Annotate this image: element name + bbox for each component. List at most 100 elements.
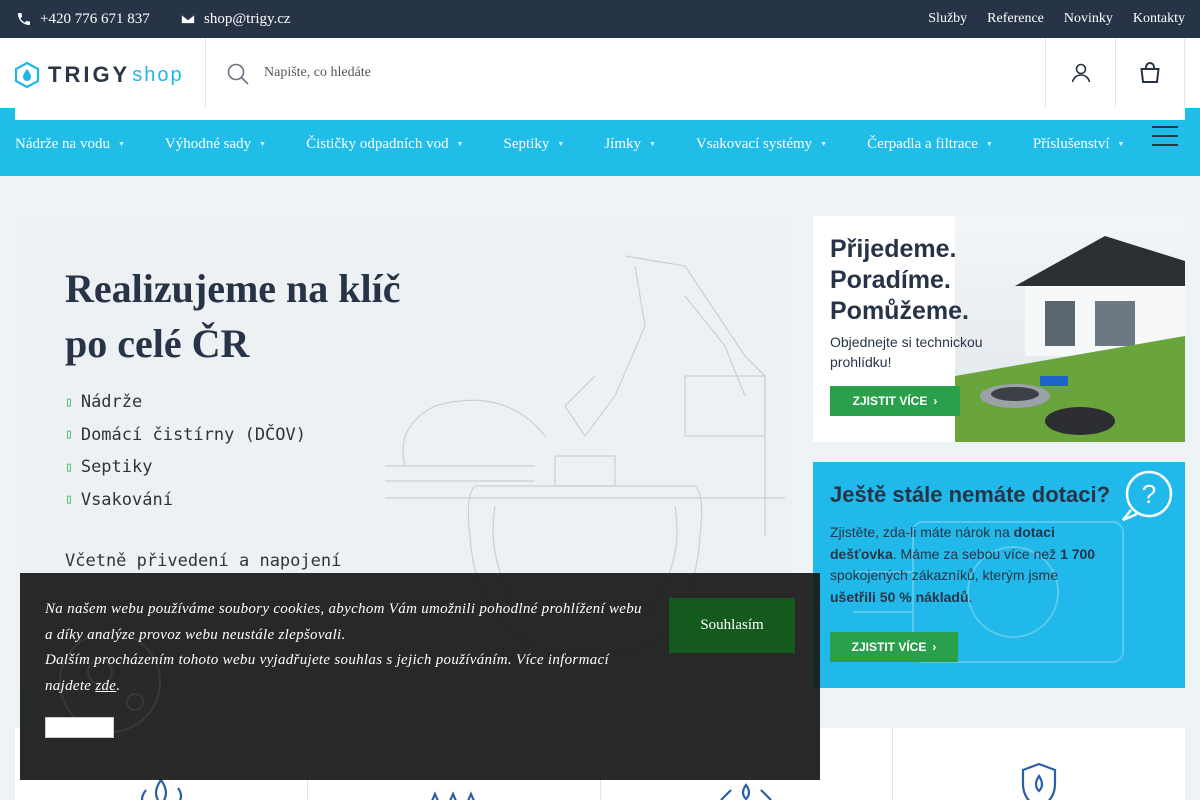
check-icon: ▯ bbox=[65, 427, 73, 443]
site-header: TRIGY shop bbox=[0, 38, 1200, 108]
list-item: ▯ Nádrže bbox=[65, 386, 306, 419]
user-icon bbox=[1071, 63, 1090, 83]
cookie-period: . bbox=[116, 677, 121, 694]
category-label: Výhodné sady bbox=[164, 135, 252, 152]
top-nav-reference[interactable]: Reference bbox=[987, 11, 1044, 27]
category-vsakovaci[interactable]: Vsakovací systémy ▼ bbox=[696, 136, 827, 153]
logo-text-trigy: TRIGY bbox=[48, 62, 131, 87]
email-contact[interactable]: shop@trigy.cz bbox=[180, 0, 291, 38]
category-vyhodne-sady[interactable]: Výhodné sady ▼ bbox=[165, 136, 266, 153]
chevron-down-icon: ▼ bbox=[820, 140, 828, 148]
search-icon[interactable] bbox=[226, 62, 250, 86]
category-label: Jímky bbox=[604, 135, 641, 152]
hero-feature-list: ▯ Nádrže ▯ Domácí čistírny (DČOV) ▯ Septiky… bbox=[65, 386, 306, 516]
cookie-accept-button[interactable]: Souhlasím bbox=[669, 598, 795, 653]
list-item: ▯ Domácí čistírny (DČOV) bbox=[65, 419, 306, 452]
shopping-bag-icon bbox=[1140, 62, 1160, 83]
chevron-down-icon: ▼ bbox=[557, 140, 565, 148]
hero-title-line2: po celé ČR bbox=[65, 321, 250, 366]
banner2-s1: Zjistěte, zda-li máte nárok na bbox=[830, 524, 1014, 540]
top-bar: +420 776 671 837 shop@trigy.cz Služby Re… bbox=[0, 0, 1200, 38]
logo[interactable]: TRIGY shop bbox=[14, 62, 184, 88]
banner1-line1: Přijedeme. bbox=[830, 235, 957, 263]
category-label: Čerpadla a filtrace bbox=[867, 135, 978, 152]
banner1-subtext: Objednejte si technickou prohlídku! bbox=[830, 332, 983, 372]
banner2-headline: Ještě stále nemáte dotaci? bbox=[830, 482, 1111, 507]
category-nav-top-strip bbox=[15, 108, 1185, 120]
top-nav: Služby Reference Novinky Kontakty bbox=[928, 0, 1185, 38]
cta-label: ZJISTIT VÍCE bbox=[852, 394, 928, 408]
banner1-sub2: prohlídku! bbox=[830, 354, 892, 370]
cookie-settings-button[interactable]: Nastavení bbox=[45, 717, 114, 738]
banner-technical-inspection[interactable]: Přijedeme. Poradíme. Pomůžeme. Objednejt… bbox=[813, 216, 1185, 442]
hero-note: Včetně přivedení a napojení bbox=[65, 551, 342, 571]
banner2-cta-button[interactable]: ZJISTIT VÍCE › bbox=[830, 632, 958, 662]
banner1-line3: Pomůžeme. bbox=[830, 297, 969, 325]
list-item: ▯ Vsakování bbox=[65, 484, 306, 517]
check-icon: ▯ bbox=[65, 492, 73, 508]
hero-title: Realizujeme na klíč po celé ČR bbox=[65, 261, 401, 371]
question-bubble-icon: ? bbox=[1122, 470, 1173, 522]
category-cerpadla[interactable]: Čerpadla a filtrace ▼ bbox=[867, 136, 993, 153]
search-input[interactable] bbox=[264, 58, 1024, 88]
category-septiky[interactable]: Septiky ▼ bbox=[504, 136, 565, 153]
category-prislusenstvi[interactable]: Příslušenství ▼ bbox=[1033, 136, 1125, 153]
account-button[interactable] bbox=[1045, 38, 1115, 108]
banner2-s2n: 1 700 bbox=[1060, 545, 1096, 562]
phone-contact[interactable]: +420 776 671 837 bbox=[16, 0, 150, 38]
email-address: shop@trigy.cz bbox=[204, 10, 291, 27]
shield-drop-icon bbox=[1022, 762, 1057, 800]
banner2-s2: . Máme za sebou více než bbox=[892, 545, 1061, 562]
phone-number: +420 776 671 837 bbox=[40, 10, 150, 27]
cart-button[interactable] bbox=[1115, 38, 1185, 108]
banner1-line2: Poradíme. bbox=[830, 266, 951, 294]
banner2-subtext: Zjistěte, zda-li máte nárok na dotaci de… bbox=[830, 522, 1095, 608]
category-jimky[interactable]: Jímky ▼ bbox=[604, 136, 656, 153]
cookie-line2-text: Dalším procházením tohoto webu vyjadřuje… bbox=[45, 652, 609, 694]
list-item: ▯ Septiky bbox=[65, 451, 306, 484]
banner2-s4: . bbox=[968, 588, 973, 605]
banner2-s2b: dešťovka bbox=[830, 545, 893, 562]
phone-icon bbox=[18, 13, 30, 25]
chevron-down-icon: ▼ bbox=[1117, 140, 1125, 148]
check-icon: ▯ bbox=[65, 459, 73, 475]
banner2-s4b: ušetřili 50 % nákladů bbox=[830, 588, 969, 605]
banner2-s3: spokojených zákazníků, kterým jsme bbox=[830, 567, 1058, 583]
cookie-consent-dialog: Na našem webu používáme soubory cookies,… bbox=[20, 573, 820, 780]
category-nav-items: Nádrže na vodu ▼ Výhodné sady ▼ Čističky o… bbox=[15, 132, 1164, 156]
cta-label: ZJISTIT VÍCE bbox=[851, 640, 927, 654]
house-photo-illustration bbox=[955, 216, 1185, 442]
banner-subsidy[interactable]: ? Ještě stále nemáte dotaci? Zjistěte, z… bbox=[813, 462, 1185, 688]
envelope-icon bbox=[180, 13, 196, 25]
cookie-more-info-link[interactable]: zde bbox=[95, 678, 116, 694]
feature-card[interactable] bbox=[893, 728, 1185, 800]
chevron-down-icon: ▼ bbox=[259, 140, 267, 148]
hamburger-menu-icon[interactable] bbox=[1152, 126, 1178, 146]
list-item-label: Domácí čistírny (DČOV) bbox=[80, 424, 306, 445]
chevron-down-icon: ▼ bbox=[649, 140, 656, 148]
category-cisticky[interactable]: Čističky odpadních vod ▼ bbox=[306, 136, 463, 153]
category-label: Čističky odpadních vod bbox=[306, 135, 449, 152]
list-item-label: Vsakování bbox=[80, 489, 173, 510]
chevron-right-icon: › bbox=[932, 640, 937, 654]
water-drop-logo-icon bbox=[14, 62, 40, 88]
banner1-headline: Přijedeme. Poradíme. Pomůžeme. bbox=[830, 234, 969, 327]
top-nav-kontakty[interactable]: Kontakty bbox=[1133, 11, 1185, 27]
chevron-down-icon: ▼ bbox=[985, 140, 993, 148]
banner1-sub1: Objednejte si technickou bbox=[830, 334, 983, 350]
top-nav-sluzby[interactable]: Služby bbox=[928, 11, 967, 27]
chevron-right-icon: › bbox=[933, 394, 938, 408]
list-item-label: Nádrže bbox=[80, 392, 143, 413]
top-nav-novinky[interactable]: Novinky bbox=[1064, 11, 1113, 27]
hero-title-line1: Realizujeme na klíč bbox=[65, 266, 401, 311]
check-icon: ▯ bbox=[65, 394, 73, 410]
chevron-down-icon: ▼ bbox=[117, 140, 125, 148]
category-label: Nádrže na vodu bbox=[15, 135, 110, 152]
svg-text:?: ? bbox=[1142, 479, 1156, 509]
category-nadrze[interactable]: Nádrže na vodu ▼ bbox=[15, 136, 125, 153]
banner1-cta-button[interactable]: ZJISTIT VÍCE › bbox=[830, 386, 960, 416]
cookie-line2: Dalším procházením tohoto webu vyjadřuje… bbox=[45, 648, 645, 699]
chevron-down-icon: ▼ bbox=[456, 140, 464, 148]
logo-text-shop: shop bbox=[132, 63, 184, 86]
category-label: Vsakovací systémy bbox=[695, 135, 813, 152]
